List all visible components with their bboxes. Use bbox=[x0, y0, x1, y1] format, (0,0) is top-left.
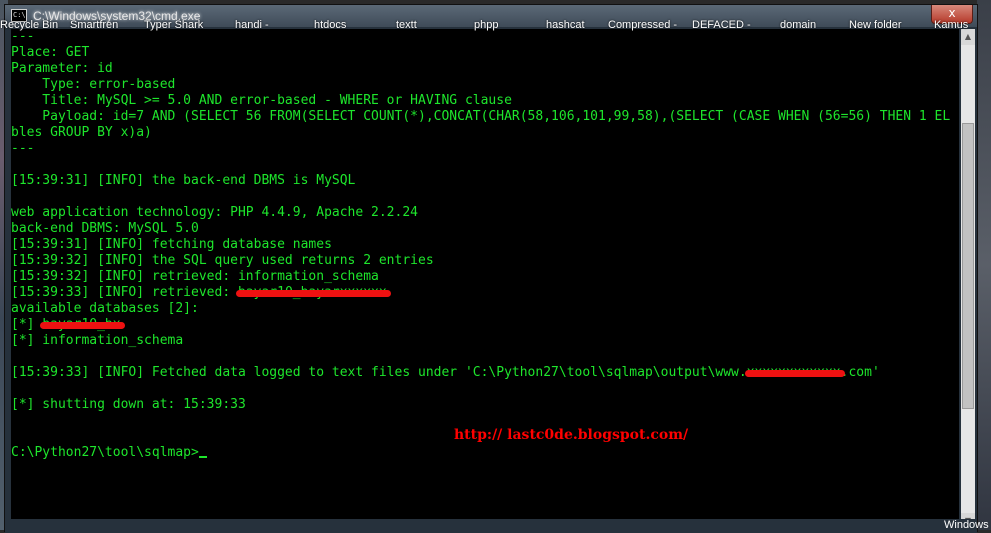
console-output[interactable]: --- Place: GET Parameter: id Type: error… bbox=[11, 29, 959, 519]
console-line: [15:39:33] [INFO] retrieved: bayar10_bay… bbox=[11, 285, 391, 301]
desktop-icon-label[interactable]: DEFACED - bbox=[692, 19, 751, 31]
desktop-icon-label[interactable]: phpp bbox=[474, 19, 498, 31]
watermark-url: http:// lastc0de.blogspot.com/ bbox=[454, 427, 689, 443]
desktop-icon-label[interactable]: Recycle Bin bbox=[0, 19, 58, 31]
desktop-icon-label[interactable]: domain bbox=[780, 19, 816, 31]
desktop-icon-label[interactable]: New folder bbox=[849, 19, 902, 31]
scroll-thumb[interactable] bbox=[962, 123, 974, 409]
console-line: Title: MySQL >= 5.0 AND error-based - WH… bbox=[11, 93, 512, 108]
desktop-icon-label[interactable]: Kamus bbox=[934, 19, 968, 31]
console-line: Parameter: id bbox=[11, 61, 113, 76]
desktop-icon-label[interactable]: textt bbox=[396, 19, 417, 31]
text-cursor bbox=[198, 456, 207, 458]
console-line: --- bbox=[11, 141, 35, 156]
console-line: --- bbox=[11, 29, 35, 44]
window-bottom-border bbox=[5, 519, 977, 533]
console-line: Type: error-based bbox=[11, 77, 176, 92]
prompt-text: C:\Python27\tool\sqlmap> bbox=[11, 445, 199, 460]
console-text: [15:39:33] [INFO] retrieved: bbox=[11, 285, 238, 300]
console-line: [15:39:31] [INFO] fetching database name… bbox=[11, 237, 332, 252]
console-line: [*] information_schema bbox=[11, 333, 184, 348]
console-line: [*] shutting down at: 15:39:33 bbox=[11, 397, 246, 412]
console-line: bles GROUP BY x)a) bbox=[11, 125, 152, 140]
console-line: [*] bayar10_bx bbox=[11, 317, 125, 333]
desktop-icon-label[interactable]: Compressed - bbox=[608, 19, 677, 31]
redacted-domain: xxxxxxxxxxxx bbox=[744, 365, 845, 380]
scroll-up-icon[interactable]: ▲ bbox=[961, 29, 975, 45]
console-line: web application technology: PHP 4.4.9, A… bbox=[11, 205, 418, 220]
console-line: Payload: id=7 AND (SELECT 56 FROM(SELECT… bbox=[11, 109, 951, 124]
console-line: Place: GET bbox=[11, 45, 90, 60]
desktop-background-right bbox=[977, 0, 991, 530]
desktop-icon-label[interactable]: htdocs bbox=[314, 19, 346, 31]
console-line: back-end DBMS: MySQL 5.0 bbox=[11, 221, 199, 236]
console-text: [*] bbox=[11, 317, 43, 332]
console-line: [15:39:32] [INFO] retrieved: information… bbox=[11, 269, 379, 284]
redacted-db-name: bayar10_bx bbox=[40, 317, 125, 332]
desktop-icon-label[interactable]: handi - bbox=[235, 19, 269, 31]
desktop-icon-label[interactable]: Smartfren bbox=[70, 19, 118, 31]
vertical-scrollbar[interactable]: ▲ ▼ bbox=[961, 29, 975, 529]
redacted-db-name: bayar10_bayarxxxxxx bbox=[235, 285, 391, 300]
windows-label: Windows bbox=[944, 519, 989, 531]
console-line: [15:39:32] [INFO] the SQL query used ret… bbox=[11, 253, 434, 268]
console-text: [15:39:33] [INFO] Fetched data logged to… bbox=[11, 365, 747, 380]
console-line: [15:39:31] [INFO] the back-end DBMS is M… bbox=[11, 173, 356, 188]
command-prompt[interactable]: C:\Python27\tool\sqlmap> bbox=[11, 445, 207, 461]
console-line: available databases [2]: bbox=[11, 301, 199, 316]
console-text: .com' bbox=[840, 365, 880, 380]
desktop-icon-label[interactable]: Typer Shark bbox=[144, 19, 203, 31]
console-window: C:\ C:\Windows\system32\cmd.exe x --- Pl… bbox=[4, 4, 978, 533]
console-line: [15:39:33] [INFO] Fetched data logged to… bbox=[11, 365, 880, 381]
desktop-icon-label[interactable]: hashcat bbox=[546, 19, 585, 31]
desktop-icon-labels: Recycle Bin Smartfren Typer Shark handi … bbox=[0, 0, 991, 31]
